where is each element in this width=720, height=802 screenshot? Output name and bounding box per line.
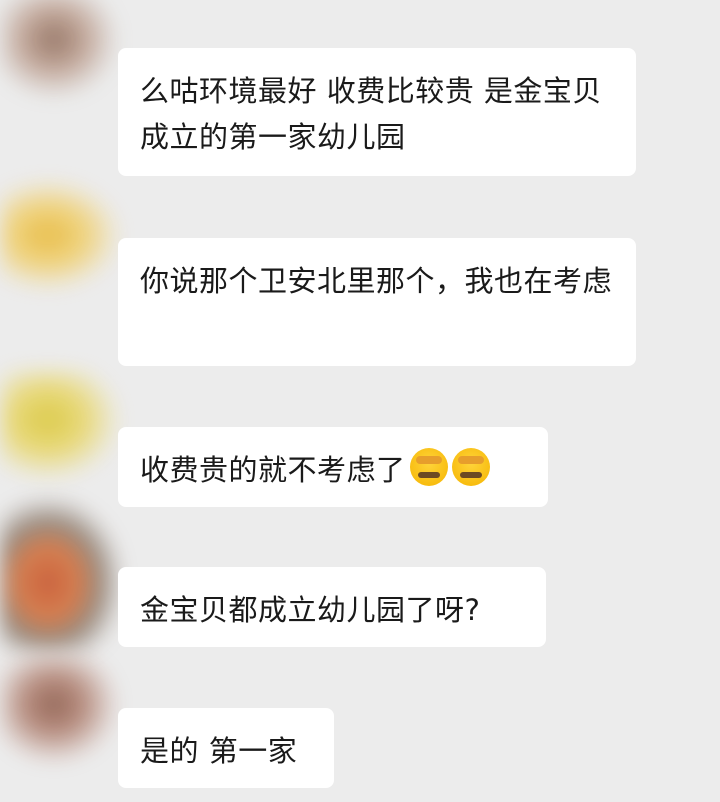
message-bubble[interactable]: 金宝贝都成立幼儿园了呀? — [118, 567, 546, 647]
chat-conversation: 么咕环境最好 收费比较贵 是金宝贝成立的第一家幼儿园 你说那个卫安北里那个，我也… — [0, 0, 720, 802]
message-bubble[interactable]: 么咕环境最好 收费比较贵 是金宝贝成立的第一家幼儿园 — [118, 48, 636, 176]
avatar[interactable] — [0, 0, 120, 100]
message-bubble[interactable]: 你说那个卫安北里那个，我也在考虑 — [118, 238, 636, 366]
face-with-hand-over-mouth-icon — [409, 448, 448, 486]
message-text: 是的 第一家 — [140, 734, 298, 768]
avatar[interactable] — [0, 370, 120, 480]
message-bubble[interactable]: 收费贵的就不考虑了 — [118, 427, 548, 507]
avatar[interactable] — [0, 180, 120, 290]
message-bubble[interactable]: 是的 第一家 — [118, 708, 334, 788]
face-with-hand-over-mouth-icon — [451, 448, 490, 486]
avatar[interactable] — [0, 500, 120, 650]
message-text: 金宝贝都成立幼儿园了呀? — [140, 593, 481, 627]
message-text: 收费贵的就不考虑了 — [140, 453, 406, 487]
message-text: 你说那个卫安北里那个，我也在考虑 — [140, 264, 613, 298]
avatar[interactable] — [0, 655, 120, 765]
message-text: 么咕环境最好 收费比较贵 是金宝贝成立的第一家幼儿园 — [140, 74, 602, 154]
